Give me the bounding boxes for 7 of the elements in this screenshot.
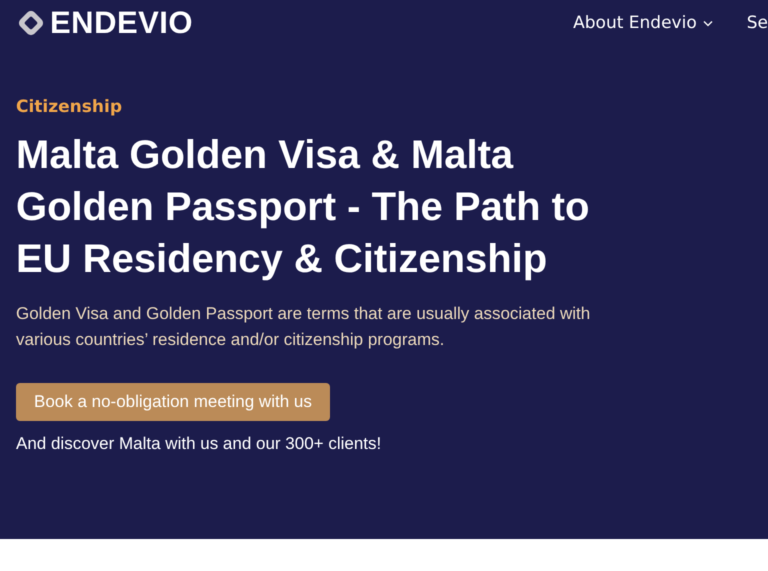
clients-note: And discover Malta with us and our 300+ clients! [16, 433, 382, 455]
page-title: Malta Golden Visa & Malta Golden Passport - The Path to EU Residency & Citizenship [16, 132, 590, 283]
category-label: Citizenship [16, 97, 124, 117]
nav-link[interactable]: Se [746, 13, 768, 33]
logo-text: ENDEVIO [50, 5, 194, 41]
nav-link[interactable]: About Endevio [573, 13, 713, 33]
description: Golden Visa and Golden Passport are terms that are usually associated with various countries’ residence and/or citizenship programs. [16, 303, 591, 351]
